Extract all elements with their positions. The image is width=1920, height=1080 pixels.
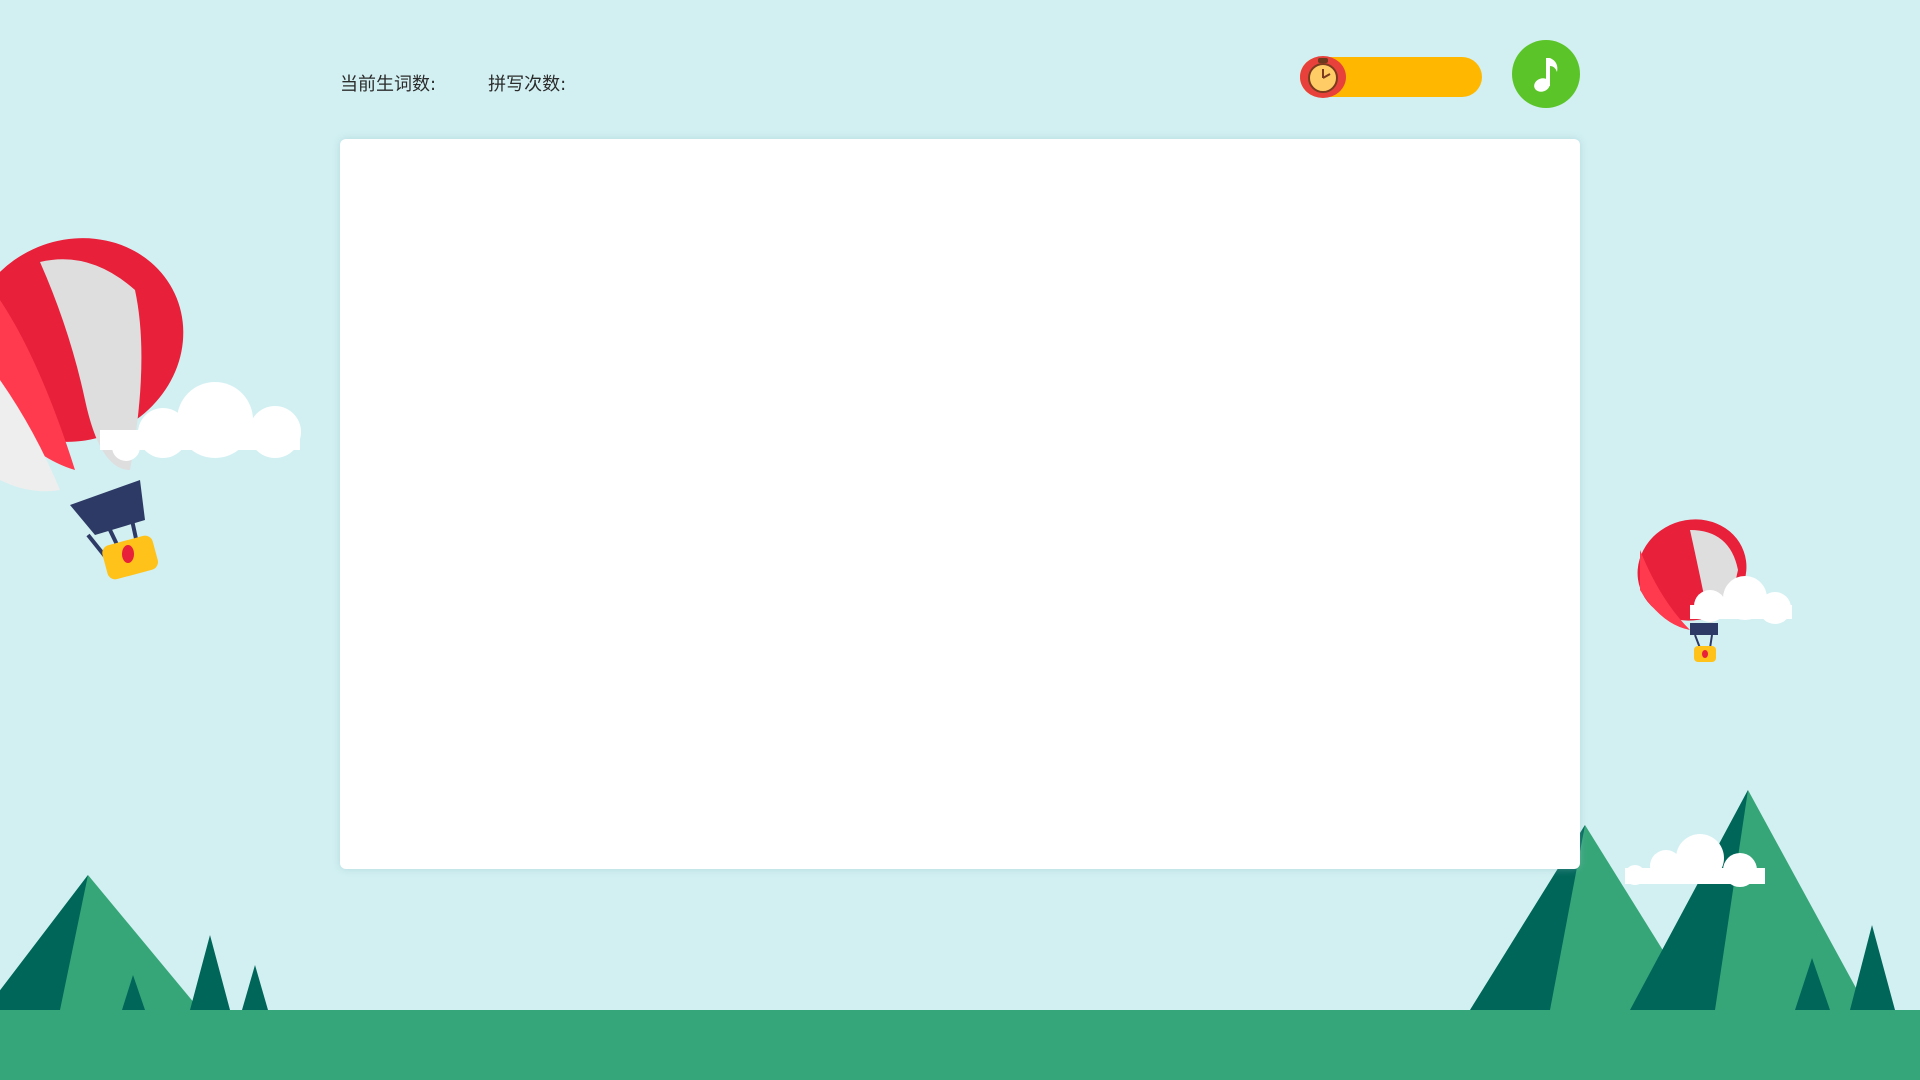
current-words-stat: 当前生词数: — [340, 70, 436, 96]
ground-illustration — [0, 1010, 1920, 1080]
main-content-panel — [340, 139, 1580, 869]
stats-bar: 当前生词数: 拼写次数: — [340, 70, 566, 96]
music-toggle-button[interactable] — [1512, 40, 1580, 108]
alarm-clock-icon — [1300, 56, 1346, 98]
spell-count-stat: 拼写次数: — [488, 70, 566, 96]
current-words-label: 当前生词数: — [340, 74, 437, 95]
hot-air-balloon-large-illustration — [0, 238, 184, 580]
game-scene: 当前生词数: 拼写次数: — [0, 0, 1920, 1080]
spell-count-label: 拼写次数: — [488, 74, 567, 95]
mountains-left-illustration — [0, 875, 268, 1010]
music-note-icon — [1534, 58, 1558, 92]
